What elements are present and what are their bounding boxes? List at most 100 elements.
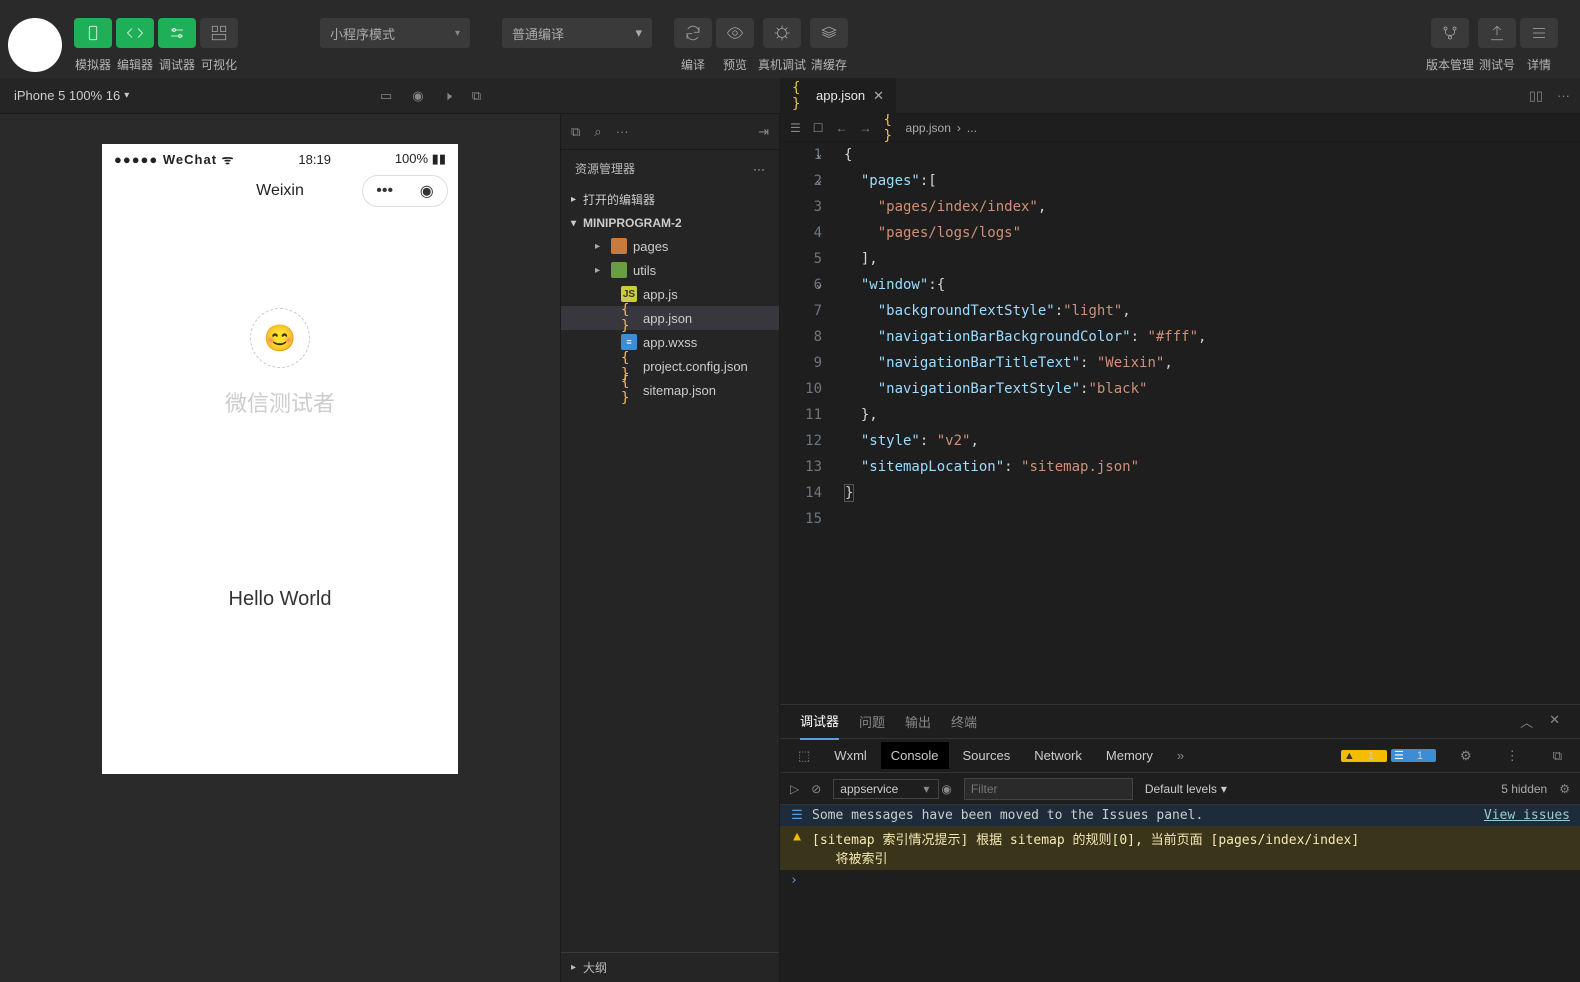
- device-select[interactable]: iPhone 5 100% 16 ▾: [14, 88, 129, 103]
- simulator-tab[interactable]: 模拟器: [74, 18, 112, 73]
- capsule[interactable]: ••• ◉: [362, 175, 448, 207]
- devtools-tab-network[interactable]: Network: [1024, 742, 1092, 769]
- explorer-title: 资源管理器: [575, 160, 635, 177]
- more-icon[interactable]: ···: [753, 162, 765, 176]
- file-label: app.json: [643, 311, 692, 326]
- explorer-panel: ⧉ ⌕ ··· ⇥ 资源管理器 ··· ▸ 打开的编辑器 ▾ MINIPROGR…: [560, 114, 780, 982]
- panel-tab-terminal[interactable]: 终端: [951, 704, 977, 739]
- device-icon[interactable]: ▭: [380, 88, 392, 104]
- phone-icon: [74, 18, 112, 48]
- editor-tab-appjson[interactable]: { } app.json ✕: [780, 78, 896, 114]
- target-icon[interactable]: ◉: [420, 181, 434, 201]
- warning-badge[interactable]: ▲ 1: [1341, 750, 1387, 762]
- json-icon: { }: [621, 310, 637, 326]
- debugger-tab[interactable]: 调试器: [158, 18, 196, 73]
- file-item-pages[interactable]: ▸pages: [561, 234, 779, 258]
- mute-icon[interactable]: 🕨: [444, 88, 452, 104]
- sidebar-toggle-icon[interactable]: ⇥: [758, 124, 769, 140]
- more-icon[interactable]: •••: [376, 182, 393, 200]
- fold-icon[interactable]: ⌄: [816, 272, 822, 298]
- play-icon[interactable]: ▷: [790, 782, 799, 796]
- files-icon[interactable]: ⧉: [571, 124, 580, 140]
- devtools-tab-sources[interactable]: Sources: [953, 742, 1021, 769]
- close-icon[interactable]: ✕: [1549, 704, 1560, 739]
- file-item-app-js[interactable]: JSapp.js: [561, 282, 779, 306]
- phone-statusbar: ●●●●● WeChat ᯤ 18:19 100% ▮▮: [102, 144, 458, 174]
- layers-icon: [810, 18, 848, 48]
- file-item-project-config-json[interactable]: { }project.config.json: [561, 354, 779, 378]
- levels-select[interactable]: Default levels ▾: [1145, 782, 1227, 796]
- file-item-app-json[interactable]: { } app.json: [561, 306, 779, 330]
- inspect-icon[interactable]: ⬚: [788, 742, 820, 770]
- clear-icon[interactable]: ⊘: [811, 782, 821, 796]
- user-avatar[interactable]: [8, 18, 62, 72]
- nav-back-icon[interactable]: ←: [836, 121, 848, 135]
- dock-icon[interactable]: ⧉: [1543, 742, 1572, 770]
- caret-right-icon: ▸: [595, 265, 605, 276]
- more-tabs-icon[interactable]: »: [1167, 742, 1194, 769]
- file-item-utils[interactable]: ▸utils: [561, 258, 779, 282]
- outline-section[interactable]: ▸ 大纲: [561, 952, 779, 982]
- console-message: ▲ [sitemap 索引情况提示] 根据 sitemap 的规则[0], 当前…: [780, 826, 1580, 870]
- search-icon[interactable]: ⌕: [594, 124, 601, 140]
- console-prompt[interactable]: ›: [780, 870, 1580, 891]
- file-item-sitemap-json[interactable]: { } sitemap.json: [561, 378, 779, 402]
- file-label: app.wxss: [643, 335, 697, 350]
- more-icon[interactable]: ···: [1557, 88, 1570, 104]
- chevron-down-icon: ▾: [1221, 782, 1227, 796]
- visualize-tab[interactable]: 可视化: [200, 18, 238, 73]
- kebab-icon[interactable]: ⋮: [1496, 742, 1529, 770]
- fold-icon[interactable]: ⌄: [816, 142, 822, 168]
- open-editors-section[interactable]: ▸ 打开的编辑器: [561, 187, 779, 212]
- fold-icon[interactable]: ⌄: [816, 168, 822, 194]
- clear-cache-button[interactable]: 清缓存: [810, 18, 848, 73]
- more-icon[interactable]: ···: [616, 124, 629, 140]
- bookmark-icon[interactable]: ☐: [813, 121, 824, 135]
- battery-label: 100% ▮▮: [395, 151, 446, 167]
- hidden-count[interactable]: 5 hidden: [1501, 782, 1547, 796]
- eye-icon[interactable]: ◉: [941, 782, 951, 796]
- clock-label: 18:19: [298, 152, 331, 167]
- copy-icon[interactable]: ⧉: [472, 88, 481, 104]
- breadcrumb[interactable]: { } app.json › ...: [884, 120, 977, 136]
- filter-input[interactable]: [964, 778, 1133, 800]
- panel-tab-debugger[interactable]: 调试器: [800, 703, 839, 740]
- nav-forward-icon[interactable]: →: [860, 121, 872, 135]
- devtools-tab-wxml[interactable]: Wxml: [824, 742, 877, 769]
- test-account-button[interactable]: 测试号: [1478, 18, 1516, 73]
- hello-label: Hello World: [102, 588, 458, 611]
- devtools-tab-console[interactable]: Console: [881, 742, 949, 769]
- console-message: ☰ Some messages have been moved to the I…: [780, 805, 1580, 826]
- file-label: project.config.json: [643, 359, 748, 374]
- file-item-app-wxss[interactable]: ≡ app.wxss: [561, 330, 779, 354]
- gear-icon[interactable]: ⚙: [1559, 782, 1570, 796]
- info-badge[interactable]: ☰ 1: [1391, 749, 1436, 762]
- json-icon: { }: [621, 382, 637, 398]
- project-section[interactable]: ▾ MINIPROGRAM-2: [561, 212, 779, 234]
- view-issues-link[interactable]: View issues: [1484, 808, 1570, 823]
- gear-icon[interactable]: ⚙: [1450, 742, 1482, 770]
- list-icon[interactable]: ☰: [790, 121, 801, 135]
- mode-select[interactable]: 小程序模式 ▾: [320, 18, 470, 48]
- version-manage-button[interactable]: 版本管理: [1426, 18, 1474, 73]
- json-icon: { }: [792, 88, 808, 104]
- split-icon[interactable]: ▯▯: [1529, 88, 1543, 104]
- code-editor[interactable]: 1⌄2⌄3456⌄789101112131415 { "pages":[ "pa…: [780, 142, 1580, 704]
- phone-navbar: Weixin ••• ◉: [102, 174, 458, 208]
- json-icon: { }: [884, 120, 900, 136]
- grid-icon: [200, 18, 238, 48]
- file-label: sitemap.json: [643, 383, 716, 398]
- panel-tab-problems[interactable]: 问题: [859, 704, 885, 739]
- devtools-tab-memory[interactable]: Memory: [1096, 742, 1163, 769]
- chevron-up-icon[interactable]: ︿: [1520, 704, 1533, 739]
- wxss-icon: ≡: [621, 334, 637, 350]
- panel-tab-output[interactable]: 输出: [905, 704, 931, 739]
- editor-tab[interactable]: 编辑器: [116, 18, 154, 73]
- warning-icon: ▲: [790, 829, 804, 844]
- details-button[interactable]: 详情: [1520, 18, 1558, 73]
- upload-icon: [1478, 18, 1516, 48]
- record-icon[interactable]: ◉: [412, 88, 423, 104]
- close-icon[interactable]: ✕: [873, 88, 884, 104]
- bottom-panel: 调试器 问题 输出 终端 ︿ ✕ ⬚ Wxml Console Sources …: [780, 704, 1580, 982]
- chevron-down-icon: ▾: [923, 782, 929, 796]
